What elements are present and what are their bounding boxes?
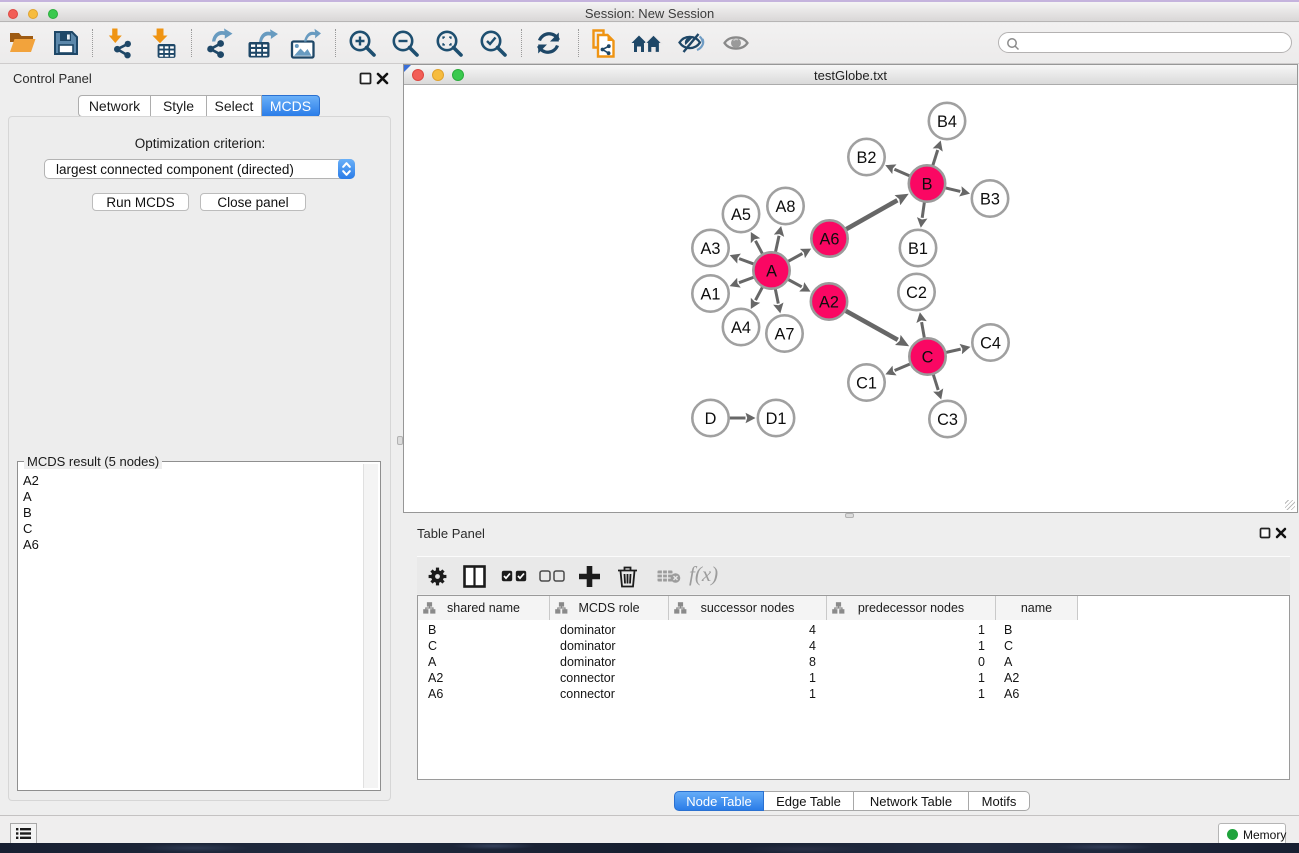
svg-text:B1: B1 xyxy=(908,240,928,258)
svg-text:B2: B2 xyxy=(857,149,877,167)
svg-text:D1: D1 xyxy=(766,410,787,428)
svg-text:A4: A4 xyxy=(731,319,751,337)
svg-text:A2: A2 xyxy=(819,293,839,311)
svg-text:A6: A6 xyxy=(820,230,840,248)
svg-text:C3: C3 xyxy=(937,411,958,429)
svg-text:D: D xyxy=(705,410,717,428)
svg-text:A8: A8 xyxy=(776,198,796,216)
svg-text:A5: A5 xyxy=(731,206,751,224)
svg-text:A: A xyxy=(766,262,777,280)
svg-text:A3: A3 xyxy=(701,240,721,258)
svg-text:A1: A1 xyxy=(701,285,721,303)
svg-text:C4: C4 xyxy=(980,334,1001,352)
svg-text:A7: A7 xyxy=(775,325,795,343)
svg-text:B4: B4 xyxy=(937,113,957,131)
svg-text:B3: B3 xyxy=(980,190,1000,208)
svg-text:B: B xyxy=(922,175,933,193)
svg-text:C: C xyxy=(922,348,934,366)
svg-text:C2: C2 xyxy=(906,284,927,302)
svg-text:C1: C1 xyxy=(856,374,877,392)
